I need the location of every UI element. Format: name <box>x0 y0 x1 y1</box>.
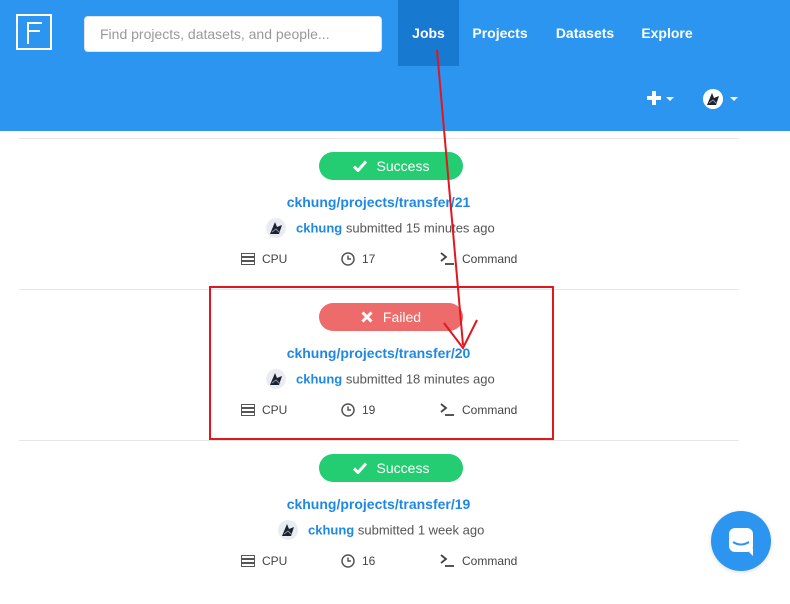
duration-label: 17 <box>362 252 376 266</box>
chat-button[interactable] <box>711 511 771 571</box>
clock-icon <box>341 252 355 266</box>
job-title-link[interactable]: ckhung/projects/transfer/21 <box>0 194 757 210</box>
mode-stat: Command <box>440 552 517 570</box>
terminal-icon <box>440 554 454 568</box>
submitted-text: submitted 1 week ago <box>357 522 485 538</box>
chevron-down-icon <box>730 97 738 101</box>
mode-label: Command <box>462 252 518 266</box>
clock-icon <box>341 554 355 568</box>
user-link[interactable]: ckhung <box>308 523 354 538</box>
avatar-icon <box>703 89 723 109</box>
duration-label: 16 <box>362 554 376 568</box>
machine-label: CPU <box>262 252 288 266</box>
status-label: Success <box>376 460 430 476</box>
server-icon <box>241 252 255 265</box>
mode-stat: Command <box>440 250 517 268</box>
job-item: Success ckhung/projects/transfer/21 ckhu… <box>0 152 790 302</box>
nav-explore[interactable]: Explore <box>634 0 700 66</box>
nav-jobs[interactable]: Jobs <box>398 0 459 66</box>
submitted-text: submitted 15 minutes ago <box>345 220 495 236</box>
machine-stat: CPU <box>241 552 287 570</box>
chevron-down-icon <box>666 97 674 101</box>
server-icon <box>241 554 255 567</box>
top-header: Jobs Projects Datasets Explore <box>0 0 790 131</box>
duration-stat: 17 <box>341 250 375 268</box>
job-title-link[interactable]: ckhung/projects/transfer/19 <box>0 496 757 512</box>
user-link[interactable]: ckhung <box>296 221 342 236</box>
user-menu-button[interactable] <box>703 88 741 110</box>
terminal-icon <box>440 252 454 266</box>
machine-label: CPU <box>262 554 288 568</box>
divider <box>19 138 739 139</box>
job-item: Success ckhung/projects/transfer/19 ckhu… <box>0 454 790 604</box>
job-meta: ckhung submitted 1 week ago <box>278 520 484 542</box>
duration-stat: 16 <box>341 552 375 570</box>
nav-projects[interactable]: Projects <box>466 0 534 66</box>
check-icon <box>352 160 367 172</box>
avatar-icon <box>278 520 298 540</box>
plus-icon <box>647 91 661 105</box>
annotation-box <box>209 286 554 440</box>
status-badge: Success <box>319 454 463 482</box>
nav-datasets[interactable]: Datasets <box>548 0 622 66</box>
search-input[interactable] <box>84 16 382 52</box>
mode-label: Command <box>462 554 518 568</box>
avatar-icon <box>266 218 286 238</box>
chat-icon <box>729 528 753 556</box>
check-icon <box>352 462 367 474</box>
machine-stat: CPU <box>241 250 287 268</box>
status-badge: Success <box>319 152 463 180</box>
status-label: Success <box>376 158 430 174</box>
create-menu-button[interactable] <box>645 88 677 110</box>
logo-icon[interactable] <box>16 14 52 50</box>
job-meta: ckhung submitted 15 minutes ago <box>266 218 495 240</box>
